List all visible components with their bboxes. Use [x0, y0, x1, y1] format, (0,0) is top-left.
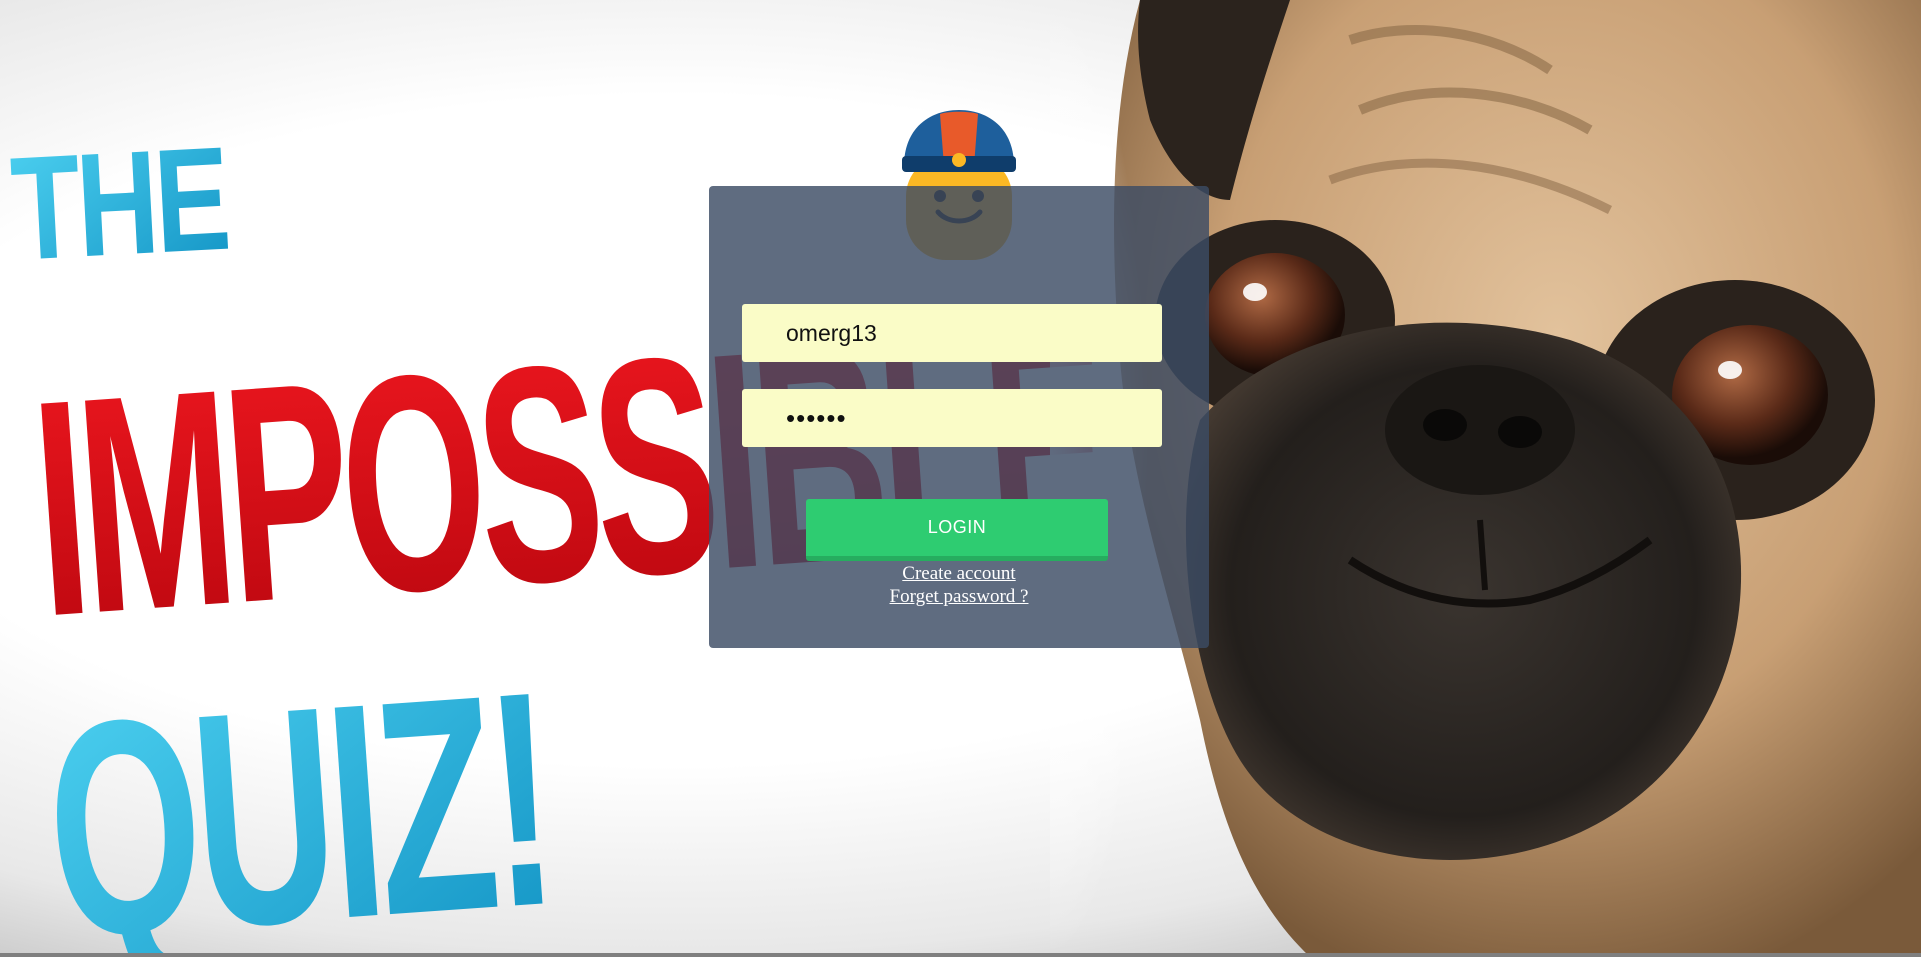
hero-title-line-1: THE: [8, 115, 231, 291]
password-input[interactable]: [742, 389, 1162, 447]
bottom-divider: [0, 953, 1921, 957]
account-links: Create account Forget password ?: [709, 562, 1209, 608]
create-account-link[interactable]: Create account: [709, 562, 1209, 585]
login-button[interactable]: LOGIN: [806, 499, 1108, 561]
hero-title-line-3: QUIZ!: [38, 628, 560, 957]
username-input[interactable]: [742, 304, 1162, 362]
login-form: LOGIN Create account Forget password ?: [709, 186, 1209, 648]
forget-password-link[interactable]: Forget password ?: [709, 585, 1209, 608]
login-page: THE IMPOSSIBLE QUIZ! omerg13 LOGIN Creat…: [0, 0, 1921, 957]
